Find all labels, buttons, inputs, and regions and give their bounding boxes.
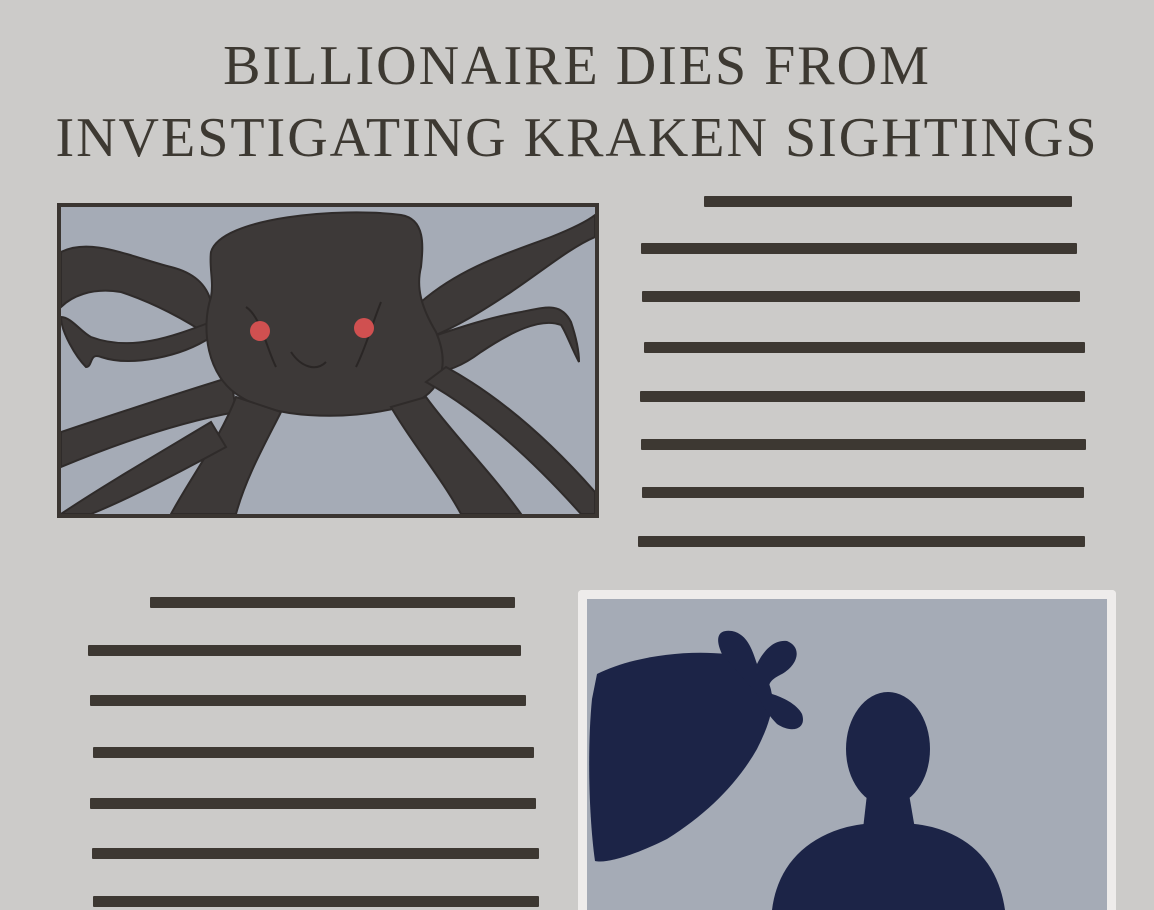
article-line (642, 291, 1080, 302)
person-body-icon (772, 823, 1005, 910)
article-line (93, 747, 534, 758)
article-line (150, 597, 515, 608)
headline: BILLIONAIRE DIES FROM INVESTIGATING KRAK… (0, 30, 1154, 174)
article-line (92, 848, 539, 859)
headline-line-2: INVESTIGATING KRAKEN SIGHTINGS (0, 102, 1154, 174)
bag-icon (589, 653, 772, 862)
article-line (641, 243, 1077, 254)
kraken-photo (57, 203, 599, 518)
article-line (641, 439, 1086, 450)
article-line (644, 342, 1085, 353)
person-photo (578, 590, 1116, 910)
headline-line-1: BILLIONAIRE DIES FROM (0, 30, 1154, 102)
article-line (88, 645, 521, 656)
article-line (642, 487, 1084, 498)
person-head-icon (846, 692, 930, 806)
article-line (90, 798, 536, 809)
kraken-right-eye (354, 318, 374, 338)
kraken-left-eye (250, 321, 270, 341)
person-with-bag-silhouette (587, 599, 1107, 910)
kraken-illustration (61, 207, 595, 514)
article-line (93, 896, 539, 907)
article-line (704, 196, 1072, 207)
article-line (640, 391, 1085, 402)
article-line (90, 695, 526, 706)
article-line (638, 536, 1085, 547)
